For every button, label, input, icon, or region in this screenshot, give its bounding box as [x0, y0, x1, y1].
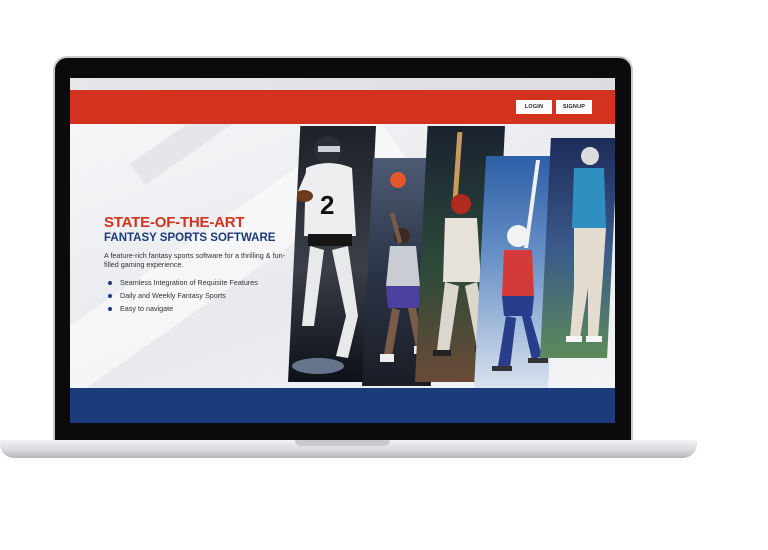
bullet-icon [108, 307, 112, 311]
browser-top-strip [70, 78, 615, 90]
svg-text:2: 2 [320, 190, 334, 220]
hero-subheadline: FANTASY SPORTS SOFTWARE [104, 232, 276, 244]
laptop-screen: LOGIN SIGNUP 2 STATE-OF-THE-ART FANTASY … [70, 78, 615, 423]
feature-label: Daily and Weekly Fantasy Sports [120, 291, 226, 300]
hero-headline: STATE-OF-THE-ART [104, 214, 245, 231]
football-player-figure: 2 [292, 136, 358, 374]
login-button[interactable]: LOGIN [516, 100, 552, 114]
laptop-mockup: LOGIN SIGNUP 2 STATE-OF-THE-ART FANTASY … [0, 0, 768, 550]
feature-item: Seamless Integration of Requisite Featur… [108, 276, 258, 289]
signup-button[interactable]: SIGNUP [556, 100, 592, 114]
feature-list: Seamless Integration of Requisite Featur… [108, 276, 258, 315]
football-player-image: 2 [288, 126, 376, 382]
bullet-icon [108, 281, 112, 285]
golf-player-image [540, 138, 615, 358]
feature-label: Easy to navigate [120, 304, 174, 313]
hero-description: A feature-rich fantasy sports software f… [104, 251, 285, 269]
feature-label: Seamless Integration of Requisite Featur… [120, 278, 258, 287]
feature-item: Daily and Weekly Fantasy Sports [108, 289, 258, 302]
laptop-hinge-notch [295, 440, 390, 446]
bullet-icon [108, 294, 112, 298]
golf-player-figure [566, 147, 606, 342]
footer-band [70, 388, 615, 423]
feature-item: Easy to navigate [108, 302, 258, 315]
